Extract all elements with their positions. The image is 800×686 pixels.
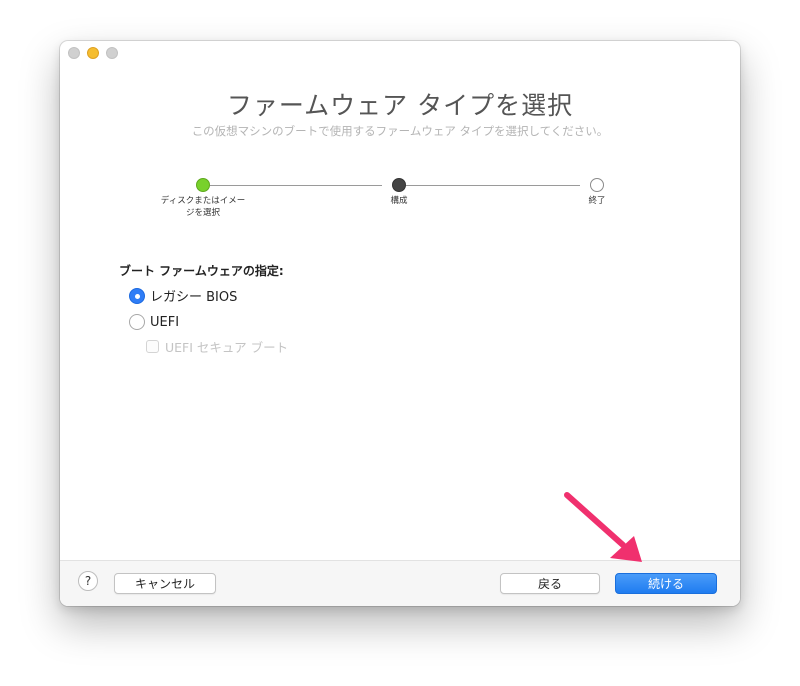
back-button[interactable]: 戻る <box>500 573 600 594</box>
step-current-dot <box>392 178 406 192</box>
window-controls <box>68 47 118 59</box>
page-subtitle: この仮想マシンのブートで使用するファームウェア タイプを選択してください。 <box>191 124 609 138</box>
minimize-window-button[interactable] <box>87 47 99 59</box>
uefi-secure-boot-checkbox[interactable]: UEFI セキュア ブート <box>146 337 288 356</box>
step-pending-dot <box>590 178 604 192</box>
step-label-finish: 終了 <box>588 196 606 206</box>
radio-uefi-label: UEFI <box>150 314 180 330</box>
step-label-disk: ディスクまたはイメージを選択 <box>160 196 246 218</box>
help-button[interactable]: ? <box>78 571 98 591</box>
step-indicator: ディスクまたはイメージを選択 構成 終了 <box>60 178 740 228</box>
close-window-button[interactable] <box>68 47 80 59</box>
radio-unselected-icon[interactable] <box>129 314 145 330</box>
continue-button[interactable]: 続ける <box>615 573 717 594</box>
uefi-secure-boot-label: UEFI セキュア ブート <box>165 340 289 355</box>
zoom-window-button[interactable] <box>106 47 118 59</box>
step-connector <box>406 185 580 186</box>
page-title: ファームウェア タイプを選択 <box>226 91 574 120</box>
radio-legacy-bios[interactable]: レガシー BIOS <box>129 286 237 305</box>
step-completed-dot <box>196 178 210 192</box>
checkbox-icon[interactable] <box>146 340 159 353</box>
step-connector <box>210 185 382 186</box>
radio-legacy-bios-label: レガシー BIOS <box>150 290 238 305</box>
radio-selected-icon[interactable] <box>129 287 145 304</box>
radio-uefi[interactable]: UEFI <box>129 314 179 330</box>
cancel-button[interactable]: キャンセル <box>114 573 216 594</box>
boot-firmware-label: ブート ファームウェアの指定: <box>119 264 284 278</box>
annotation-arrow-icon <box>564 492 642 562</box>
step-label-config: 構成 <box>390 196 408 206</box>
